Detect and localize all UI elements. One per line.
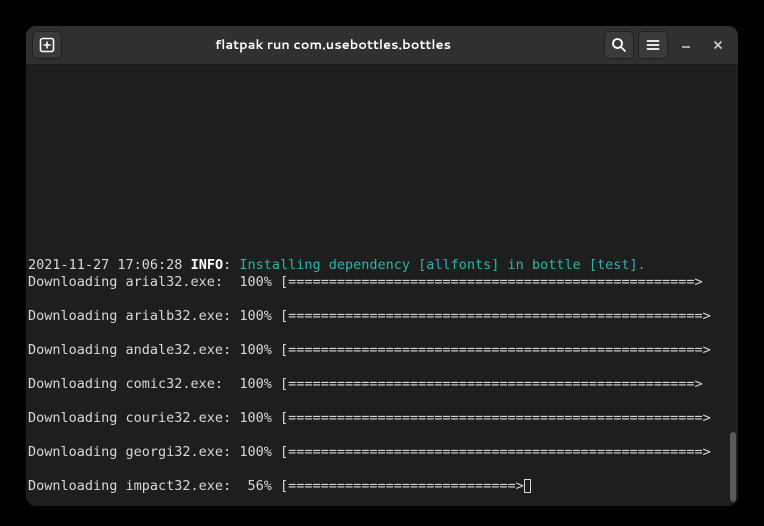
- download-line: Downloading courie32.exe: 100% [========…: [28, 410, 724, 427]
- close-button[interactable]: [704, 31, 732, 59]
- terminal-cursor: [524, 479, 531, 493]
- log-timestamp: 2021-11-27 17:06:28: [28, 257, 191, 273]
- titlebar: flatpak run com.usebottles.bottles: [26, 26, 738, 65]
- download-line: Downloading andale32.exe: 100% [========…: [28, 342, 724, 359]
- new-tab-icon: [39, 37, 55, 53]
- window-title: flatpak run com.usebottles.bottles: [66, 36, 600, 54]
- scrollbar-thumb[interactable]: [730, 432, 736, 502]
- new-tab-button[interactable]: [32, 31, 62, 59]
- search-button[interactable]: [604, 31, 634, 59]
- terminal-window: flatpak run com.usebottles.bottles: [26, 26, 738, 506]
- terminal-body: 2021-11-27 17:06:28 INFO: Installing dep…: [26, 65, 738, 506]
- download-line: Downloading comic32.exe: 100% [=========…: [28, 376, 724, 393]
- close-icon: [712, 39, 724, 51]
- terminal-output[interactable]: 2021-11-27 17:06:28 INFO: Installing dep…: [26, 65, 726, 506]
- log-info-line: 2021-11-27 17:06:28 INFO: Installing dep…: [28, 257, 724, 274]
- download-line: Downloading georgi32.exe: 100% [========…: [28, 444, 724, 461]
- menu-button[interactable]: [638, 31, 668, 59]
- search-icon: [611, 37, 627, 53]
- log-level: INFO: [191, 257, 224, 273]
- hamburger-icon: [645, 37, 661, 53]
- download-line: Downloading arialb32.exe: 100% [========…: [28, 308, 724, 325]
- scrollbar-track[interactable]: [726, 65, 738, 506]
- minimize-button[interactable]: [672, 31, 700, 59]
- download-line: Downloading impact32.exe: 56% [=========…: [28, 478, 724, 495]
- log-message: Installing dependency [allfonts] in bott…: [239, 257, 645, 273]
- download-line: Downloading arial32.exe: 100% [=========…: [28, 274, 724, 291]
- minimize-icon: [680, 39, 692, 51]
